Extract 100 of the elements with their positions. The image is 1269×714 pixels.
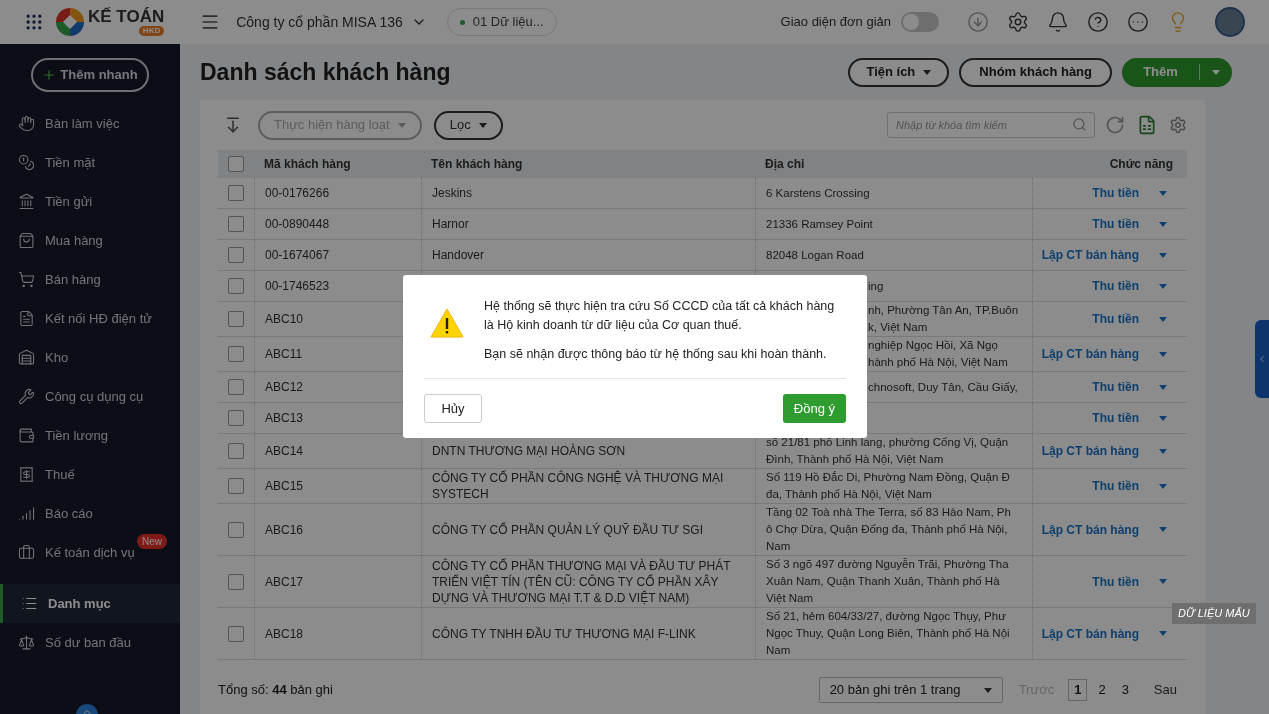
cancel-button[interactable]: Hủy bbox=[424, 394, 482, 423]
action-link[interactable]: Lập CT bán hàng bbox=[1041, 624, 1139, 643]
column-header: Chức năng bbox=[1108, 156, 1174, 173]
next-page-link[interactable]: Sau bbox=[1153, 680, 1177, 700]
table-cell-text: ABC18 bbox=[265, 625, 304, 643]
avatar[interactable] bbox=[1215, 7, 1245, 37]
row-checkbox[interactable] bbox=[228, 311, 244, 327]
sort-icon[interactable] bbox=[224, 116, 242, 134]
action-link[interactable]: Thu tiền bbox=[1092, 378, 1139, 396]
filter-dropdown[interactable]: Lọc bbox=[433, 110, 503, 140]
settings-icon[interactable] bbox=[1007, 11, 1029, 33]
sidebar-item[interactable]: Bán hàng bbox=[0, 260, 180, 299]
row-checkbox[interactable] bbox=[228, 478, 244, 494]
table-cell-text: ABC17 bbox=[265, 573, 304, 591]
scale-icon bbox=[18, 634, 35, 651]
list-icon bbox=[21, 595, 38, 612]
table-cell-text: Nam bbox=[766, 539, 792, 554]
row-checkbox[interactable] bbox=[228, 346, 244, 362]
select-all-checkbox[interactable] bbox=[228, 156, 244, 172]
table-cell: Handover bbox=[432, 247, 485, 263]
caret-icon bbox=[1159, 384, 1167, 390]
sidebar-item[interactable]: Thuế bbox=[0, 455, 180, 494]
table-cell-text: CÔNG TY CỔ PHẦN CÔNG NGHỆ VÀ THƯƠNG MẠI SYSTECH bbox=[432, 470, 725, 502]
page-title: Danh sách khách hàng bbox=[200, 57, 451, 87]
row-checkbox[interactable] bbox=[228, 216, 244, 232]
table-cell: Jeskins bbox=[432, 185, 472, 201]
table-cell-text: 21336 Ramsey Point bbox=[766, 216, 874, 232]
apps-icon[interactable] bbox=[24, 12, 44, 32]
sidebar-item[interactable]: Báo cáo bbox=[0, 494, 180, 533]
sidebar-item[interactable]: Kế toán dịch vụ New bbox=[0, 533, 180, 572]
table-cell-text: ABC16 bbox=[265, 521, 304, 539]
page-number[interactable]: 1 bbox=[1068, 679, 1088, 701]
row-checkbox[interactable] bbox=[228, 379, 244, 395]
sidebar-item[interactable]: Bàn làm việc bbox=[0, 104, 180, 143]
sidebar-item[interactable]: Tiền mặt bbox=[0, 143, 180, 182]
table-cell-text: số 21/81 phố Linh lang, phường Cống Vị, Quận bbox=[766, 435, 1010, 450]
table-cell-text: CÔNG TY CỔ PHẦN THƯƠNG MẠI VÀ ĐẦU TƯ PHÁT TRIỂN VIỆT TÍN (TÊN CŨ: CÔNG TY CỔ PHẦN XÂY DỰNG VÀ THƯƠNG MẠI T.T & D.D VIỆT NAM) bbox=[432, 557, 732, 606]
sidebar-item[interactable]: Tiền lương bbox=[0, 416, 180, 455]
bell-icon[interactable] bbox=[1047, 11, 1069, 33]
refresh-icon[interactable] bbox=[1105, 115, 1125, 135]
table-cell: Harnor bbox=[432, 216, 469, 232]
sidebar-item[interactable]: Mua hàng bbox=[0, 221, 180, 260]
new-badge: New bbox=[137, 534, 167, 549]
table-cell-text: Số 119 Hồ Đắc Di, Phường Nam Đồng, Quận Đ bbox=[766, 470, 1011, 485]
bars-icon bbox=[18, 505, 35, 522]
action-link[interactable]: Lập CT bán hàng bbox=[1041, 442, 1139, 460]
simple-mode-toggle[interactable] bbox=[901, 12, 939, 32]
sidebar-item[interactable]: Số dư ban đầu bbox=[0, 623, 180, 662]
simple-mode-label: Giao diện đơn giản bbox=[780, 13, 891, 32]
row-checkbox[interactable] bbox=[228, 625, 244, 642]
confirm-button[interactable]: Đồng ý bbox=[782, 394, 846, 423]
table-cell-text: 00-1674067 bbox=[265, 247, 330, 264]
chevron-left-icon bbox=[1257, 354, 1267, 364]
page-size-select[interactable]: 20 bản ghi trên 1 trang bbox=[818, 677, 1003, 703]
settings-icon[interactable] bbox=[1169, 116, 1187, 134]
excel-icon[interactable] bbox=[1137, 115, 1157, 135]
help-icon[interactable] bbox=[1087, 11, 1109, 33]
company-selector[interactable]: Công ty cổ phần MISA 136 bbox=[236, 11, 427, 33]
sidebar-item[interactable]: Kết nối HĐ điện tử bbox=[0, 299, 180, 338]
row-checkbox[interactable] bbox=[228, 410, 244, 426]
brand-badge: HKD bbox=[138, 26, 165, 36]
download-icon[interactable] bbox=[967, 11, 989, 33]
quick-add-button[interactable]: Thêm nhanh bbox=[31, 58, 149, 92]
add-button[interactable]: Thêm bbox=[1122, 57, 1232, 87]
table-cell-text: 00-0890448 bbox=[265, 216, 330, 233]
action-link[interactable]: Thu tiền bbox=[1092, 477, 1139, 495]
row-checkbox[interactable] bbox=[228, 573, 244, 590]
receipt-icon bbox=[18, 466, 35, 483]
sidebar-item[interactable]: Danh mục bbox=[0, 584, 180, 623]
table-cell-text: ô Chợ Dừa, Quận Đống đa, Thành phố Hà Nội, bbox=[766, 522, 1009, 537]
row-checkbox[interactable] bbox=[228, 443, 244, 459]
action-link[interactable]: Thu tiền bbox=[1092, 184, 1139, 202]
side-panel-tab[interactable] bbox=[1255, 320, 1269, 398]
page-number[interactable]: 2 bbox=[1093, 680, 1111, 700]
search-icon bbox=[1072, 117, 1087, 132]
utilities-button[interactable]: Tiện ích bbox=[848, 57, 950, 87]
row-checkbox[interactable] bbox=[228, 185, 244, 201]
action-link[interactable]: Thu tiền bbox=[1092, 215, 1139, 233]
page-number[interactable]: 3 bbox=[1116, 680, 1134, 700]
action-link[interactable]: Thu tiền bbox=[1092, 572, 1139, 591]
caret-icon bbox=[1159, 579, 1167, 584]
action-link[interactable]: Thu tiền bbox=[1092, 277, 1139, 295]
action-link[interactable]: Lập CT bán hàng bbox=[1041, 345, 1139, 363]
dialog-note: Bạn sẽ nhận được thông báo từ hệ thống sau khi hoàn thành. bbox=[484, 346, 828, 363]
plus-icon bbox=[42, 68, 57, 82]
customer-group-button[interactable]: Nhóm khách hàng bbox=[959, 57, 1112, 87]
caret-icon bbox=[1159, 631, 1167, 636]
action-link[interactable]: Lập CT bán hàng bbox=[1041, 246, 1139, 264]
sidebar-item[interactable]: Công cụ dụng cụ bbox=[0, 377, 180, 416]
row-checkbox[interactable] bbox=[228, 247, 244, 263]
row-checkbox[interactable] bbox=[228, 278, 244, 294]
sidebar-item[interactable]: Kho bbox=[0, 338, 180, 377]
column-header: Mã khách hàng bbox=[263, 156, 352, 173]
action-link[interactable]: Lập CT bán hàng bbox=[1041, 520, 1139, 539]
table-cell-text: hành phố Hà Nội, Việt Nam bbox=[868, 355, 1009, 370]
more-icon[interactable] bbox=[1127, 11, 1149, 33]
action-link[interactable]: Thu tiền bbox=[1092, 409, 1139, 427]
row-checkbox[interactable] bbox=[228, 521, 244, 538]
action-link[interactable]: Thu tiền bbox=[1092, 310, 1139, 328]
sidebar-item[interactable]: Tiền gửi bbox=[0, 182, 180, 221]
